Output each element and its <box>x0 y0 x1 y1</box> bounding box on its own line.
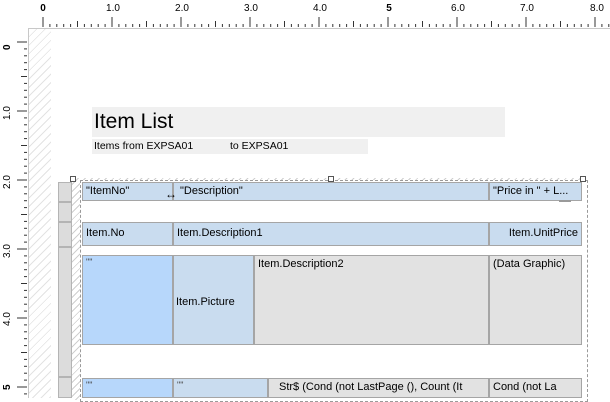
ruler-label: 6.0 <box>451 3 465 14</box>
body-cell-data-graphic[interactable]: (Data Graphic) <box>489 255 582 345</box>
ruler-label: 2.0 <box>2 175 13 189</box>
header-cell-itemno[interactable]: "ItemNo" <box>82 182 173 201</box>
ruler-label: 4.0 <box>313 3 327 14</box>
subtitle-from: Items from EXPSA01 <box>94 140 194 152</box>
ruler-label: 3.0 <box>244 3 258 14</box>
body-cell-description2[interactable]: Item.Description2 <box>254 255 489 345</box>
row-handle[interactable] <box>58 377 72 398</box>
header-cell-price[interactable]: "Price in " + L... <box>489 182 582 201</box>
detail-cell-description1[interactable]: Item.Description1 <box>173 222 489 246</box>
page-margin-hatch <box>29 29 51 398</box>
ruler-label: 5 <box>386 3 392 14</box>
ruler-label: 3.0 <box>2 244 13 258</box>
header-cell-description[interactable]: "Description" <box>173 182 489 201</box>
vertical-ruler[interactable]: 0 1.0 2.0 3.0 4.0 5 <box>0 28 29 398</box>
ruler-label: 4.0 <box>2 312 13 326</box>
report-page[interactable]: Item List Items from EXPSA01 to EXPSA01 … <box>51 29 610 402</box>
resize-cursor-icon: ↔ <box>165 187 177 201</box>
ruler-label: 0 <box>2 44 13 50</box>
footer-cell-quote-1[interactable]: "" <box>82 378 173 398</box>
footer-cell-quote-2[interactable]: "" <box>173 378 268 398</box>
row-handle[interactable] <box>58 222 72 247</box>
vertical-ruler-ticks <box>17 41 27 395</box>
ruler-label: 0 <box>40 3 46 14</box>
ruler-label: 7.0 <box>520 3 534 14</box>
subtitle-box[interactable]: Items from EXPSA01 to EXPSA01 <box>92 139 368 154</box>
body-cell-quote[interactable]: "" <box>82 255 173 345</box>
row-handle[interactable] <box>58 247 72 377</box>
body-cell-picture[interactable]: Item.Picture <box>173 255 254 345</box>
row-handle[interactable] <box>58 182 72 202</box>
ruler-label: 5 <box>2 384 13 390</box>
ruler-label: 2.0 <box>175 3 189 14</box>
horizontal-ruler-ticks <box>42 17 610 27</box>
footer-cell-cond-expression[interactable]: Cond (not La <box>489 378 582 398</box>
report-title: Item List <box>94 110 174 133</box>
picture-label: Item.Picture <box>176 296 235 308</box>
ruler-label: 1.0 <box>2 106 13 120</box>
row-handle[interactable] <box>58 202 72 222</box>
detail-cell-unitprice[interactable]: Item.UnitPrice <box>489 222 582 246</box>
subtitle-to: to EXPSA01 <box>230 140 289 152</box>
ruler-corner <box>0 0 28 28</box>
ruler-label: 1.0 <box>106 3 120 14</box>
ruler-label: 8.0 <box>590 3 604 14</box>
resize-handle[interactable] <box>70 176 76 182</box>
footer-cell-count-expression[interactable]: Str$ (Cond (not LastPage (), Count (It <box>268 378 489 398</box>
detail-cell-itemno[interactable]: Item.No <box>82 222 173 246</box>
title-box[interactable]: Item List <box>92 107 505 137</box>
horizontal-ruler[interactable]: 0 1.0 2.0 3.0 4.0 5 6.0 7.0 8.0 <box>0 0 610 29</box>
field-marker <box>559 200 571 202</box>
